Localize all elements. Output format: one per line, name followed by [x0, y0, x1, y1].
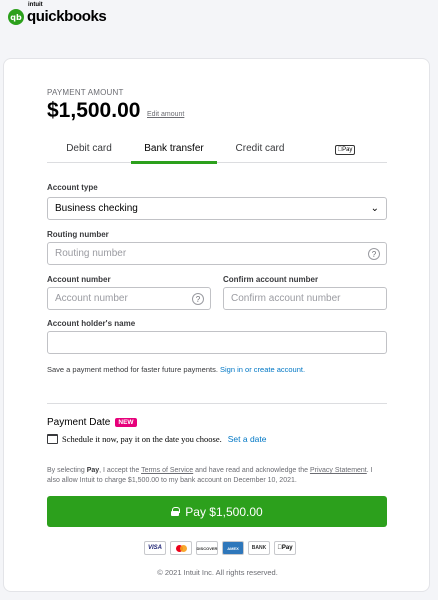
apple-pay-icon: Pay — [334, 145, 356, 155]
new-badge: NEW — [115, 418, 137, 427]
schedule-row: Schedule it now, pay it on the date you … — [47, 434, 267, 444]
terms-text: By selecting Pay, I accept the Terms of … — [47, 466, 387, 486]
payment-card: PAYMENT AMOUNT $1,500.00 Edit amount Deb… — [3, 58, 430, 592]
privacy-statement-link[interactable]: Privacy Statement — [310, 467, 367, 474]
confirm-account-placeholder: Confirm account number — [231, 293, 341, 304]
lock-icon — [171, 507, 181, 516]
pay-button-label: Pay $1,500.00 — [185, 504, 263, 519]
routing-number-label: Routing number — [47, 230, 109, 239]
tab-bank-transfer[interactable]: Bank transfer — [131, 139, 217, 164]
tab-debit-card[interactable]: Debit card — [47, 139, 131, 163]
calendar-icon — [47, 434, 58, 444]
payment-amount: $1,500.00 — [47, 99, 141, 122]
payment-method-tabs: Debit card Bank transfer Credit card Pa… — [47, 139, 387, 164]
save-note-text: Save a payment method for faster future … — [47, 365, 218, 374]
account-type-select[interactable]: Business checking ⌄ — [47, 197, 387, 220]
logo-wordmark: intuit quickbooks — [27, 2, 107, 26]
chevron-down-icon: ⌄ — [370, 203, 379, 214]
tab-credit-card[interactable]: Credit card — [217, 139, 303, 163]
logo-quickbooks-text: quickbooks — [27, 8, 107, 25]
edit-amount-link[interactable]: Edit amount — [147, 111, 184, 118]
terms-of-service-link[interactable]: Terms of Service — [141, 467, 193, 474]
pay-button[interactable]: Pay $1,500.00 — [47, 496, 387, 527]
routing-number-placeholder: Routing number — [55, 248, 127, 259]
discover-icon: DISCOVER — [196, 541, 218, 555]
tab-label: Credit card — [235, 143, 285, 154]
schedule-text: Schedule it now, pay it on the date you … — [62, 434, 222, 444]
holder-name-label: Account holder's name — [47, 319, 136, 328]
set-date-link[interactable]: Set a date — [228, 434, 267, 444]
logo-intuit-text: intuit — [28, 2, 43, 8]
quickbooks-logo: qb intuit quickbooks — [8, 2, 107, 26]
payment-amount-label: PAYMENT AMOUNT — [47, 88, 124, 97]
payment-date-heading: Payment Date NEW — [47, 417, 137, 428]
amex-icon: AMEX — [222, 541, 244, 555]
quickbooks-logo-icon: qb — [8, 9, 24, 25]
confirm-account-label: Confirm account number — [223, 275, 319, 284]
routing-number-input[interactable]: Routing number ? — [47, 242, 387, 265]
copyright-text: © 2021 Intuit Inc. All rights reserved. — [157, 568, 278, 577]
mastercard-icon — [170, 541, 192, 555]
help-icon[interactable]: ? — [368, 248, 380, 260]
account-number-label: Account number — [47, 275, 111, 284]
bank-icon: BANK — [248, 541, 270, 555]
help-icon[interactable]: ? — [192, 293, 204, 305]
terms-part: , I accept the — [99, 467, 142, 474]
account-type-label: Account type — [47, 183, 98, 192]
sign-in-link[interactable]: Sign in or create account. — [220, 365, 305, 374]
apple-pay-text: Pay — [279, 545, 293, 551]
confirm-account-input[interactable]: Confirm account number — [223, 287, 387, 310]
apple-pay-icon: Pay — [274, 541, 296, 555]
terms-part: and have read and acknowledge the — [193, 467, 310, 474]
save-method-note: Save a payment method for faster future … — [47, 365, 305, 374]
account-number-input[interactable]: Account number ? — [47, 287, 211, 310]
accepted-payments: VISA DISCOVER AMEX BANK Pay — [144, 541, 296, 555]
tab-label: Debit card — [66, 143, 112, 154]
visa-icon: VISA — [144, 541, 166, 555]
tab-apple-pay[interactable]: Pay — [303, 139, 387, 163]
tab-label: Bank transfer — [144, 143, 204, 154]
holder-name-input[interactable] — [47, 331, 387, 354]
account-number-placeholder: Account number — [55, 293, 128, 304]
terms-pay-word: Pay — [86, 467, 100, 474]
apple-pay-label: Pay — [339, 147, 352, 153]
account-type-value: Business checking — [55, 203, 138, 214]
terms-part: By selecting — [47, 467, 87, 474]
payment-date-title: Payment Date — [47, 417, 111, 428]
divider — [47, 403, 387, 404]
